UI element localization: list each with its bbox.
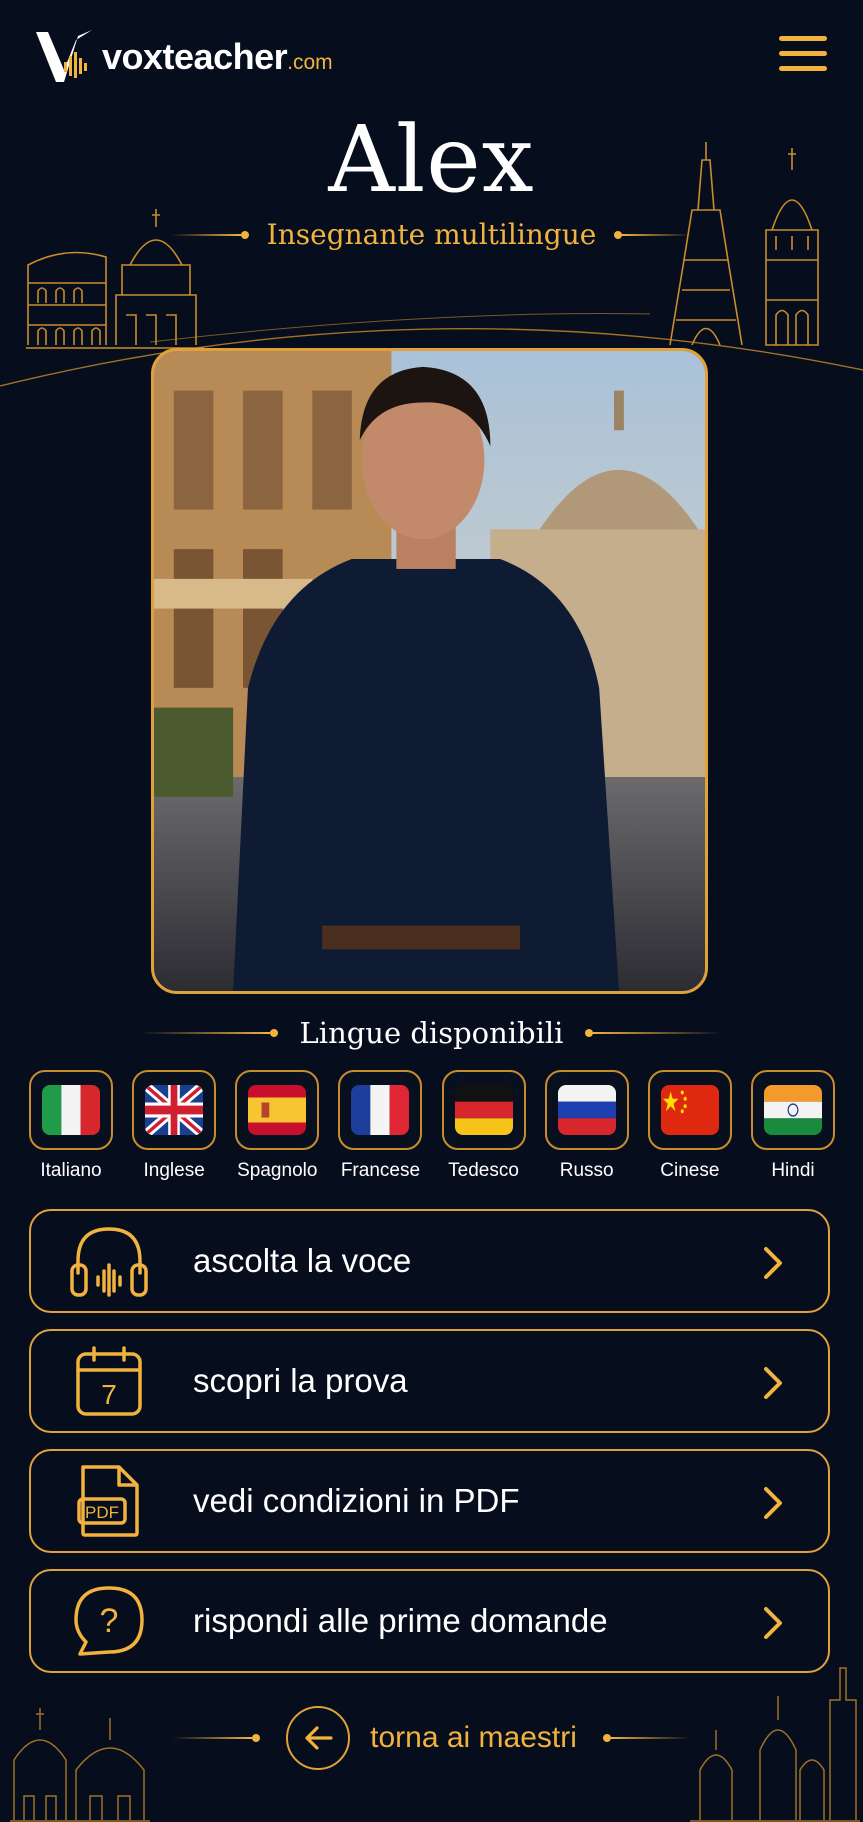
divider-dot: [252, 1734, 261, 1742]
flag-frame: [441, 1070, 526, 1150]
calendar-icon: 7: [69, 1341, 149, 1421]
teacher-subtitle: Insegnante multilingue: [266, 218, 597, 251]
chevron-right-icon: [764, 1487, 782, 1519]
flag-frame: [544, 1070, 629, 1150]
divider-line: [139, 1032, 270, 1034]
action-label: ascolta la voce: [193, 1242, 412, 1279]
view-pdf-conditions-button[interactable]: PDF vedi condizioni in PDF: [29, 1449, 830, 1553]
flag-frame: [132, 1070, 217, 1150]
language-label: Spagnolo: [237, 1160, 318, 1181]
divider-line: [170, 233, 241, 236]
hamburger-menu-icon[interactable]: [779, 34, 829, 74]
languages-title: Lingue disponibili: [299, 1016, 564, 1050]
divider-dot: [585, 1029, 594, 1037]
flag-frame: [338, 1070, 423, 1150]
back-to-teachers-link[interactable]: torna ai maestri: [370, 1721, 577, 1755]
language-item-russo[interactable]: Russo: [544, 1070, 630, 1182]
divider-dot: [614, 230, 623, 239]
flag-frame: [647, 1070, 732, 1150]
language-item-hindi[interactable]: Hindi: [750, 1070, 836, 1182]
germany-flag-icon: [454, 1085, 513, 1135]
brand-logo[interactable]: voxteacher .com: [34, 26, 333, 88]
divider-dot: [602, 1734, 611, 1742]
listen-voice-button[interactable]: ascolta la voce: [29, 1209, 830, 1313]
language-item-italiano[interactable]: Italiano: [28, 1070, 114, 1182]
language-label: Inglese: [143, 1160, 205, 1181]
flag-frame: [750, 1070, 835, 1150]
language-label: Tedesco: [448, 1160, 519, 1181]
brand-name: voxteacher: [102, 36, 288, 77]
action-label: scopri la prova: [193, 1362, 408, 1399]
uk-flag-icon: [145, 1085, 204, 1135]
question-bubble-icon: ?: [69, 1581, 149, 1661]
chevron-right-icon: [764, 1247, 782, 1279]
teacher-name: Alex: [328, 106, 535, 213]
app-header: voxteacher .com: [0, 0, 863, 110]
pdf-icon-label: PDF: [85, 1503, 119, 1522]
language-item-cinese[interactable]: Cinese: [647, 1070, 733, 1182]
back-to-teachers-row: torna ai maestri: [0, 1706, 863, 1770]
language-item-tedesco[interactable]: Tedesco: [441, 1070, 527, 1182]
back-button[interactable]: [286, 1706, 351, 1770]
chevron-right-icon: [764, 1607, 782, 1639]
language-label: Russo: [559, 1160, 614, 1181]
pdf-document-icon: PDF: [69, 1461, 149, 1541]
flag-frame: [235, 1070, 320, 1150]
divider-line: [172, 1737, 253, 1739]
divider-line: [593, 1032, 724, 1034]
teacher-photo: [151, 348, 708, 994]
languages-title-row: Lingue disponibili: [0, 1016, 863, 1050]
language-label: Cinese: [660, 1160, 720, 1181]
subtitle-row: Insegnante multilingue: [0, 218, 863, 251]
india-flag-icon: [763, 1085, 822, 1135]
action-label: rispondi alle prime domande: [193, 1602, 608, 1639]
italy-flag-icon: [42, 1085, 100, 1135]
flag-frame: [29, 1070, 113, 1150]
discover-trial-button[interactable]: 7 scopri la prova: [29, 1329, 830, 1433]
france-flag-icon: [351, 1085, 410, 1135]
divider-line: [622, 233, 693, 236]
language-list: Italiano Inglese Spagnolo Francese Tedes…: [28, 1070, 836, 1182]
spain-flag-icon: [248, 1085, 307, 1135]
logo-mark-icon: [36, 30, 92, 82]
divider-dot: [240, 230, 249, 239]
language-item-francese[interactable]: Francese: [337, 1070, 423, 1182]
answer-questions-button[interactable]: ? rispondi alle prime domande: [29, 1569, 830, 1673]
calendar-day: 7: [101, 1379, 117, 1410]
chevron-right-icon: [764, 1367, 782, 1399]
language-item-spagnolo[interactable]: Spagnolo: [234, 1070, 320, 1182]
action-label: vedi condizioni in PDF: [193, 1482, 520, 1519]
divider-dot: [269, 1029, 278, 1037]
divider-line: [610, 1737, 691, 1739]
brand-tld: .com: [287, 51, 333, 74]
language-label: Italiano: [40, 1160, 102, 1181]
language-label: Francese: [340, 1160, 421, 1181]
question-mark: ?: [100, 1602, 119, 1640]
headphones-icon: [69, 1221, 149, 1301]
action-list: ascolta la voce 7 scopri la prova PDF ve…: [29, 1209, 830, 1689]
language-label: Hindi: [771, 1160, 815, 1181]
language-item-inglese[interactable]: Inglese: [131, 1070, 217, 1182]
russia-flag-icon: [557, 1085, 616, 1135]
arrow-left-icon: [305, 1726, 333, 1750]
china-flag-icon: [660, 1085, 719, 1135]
